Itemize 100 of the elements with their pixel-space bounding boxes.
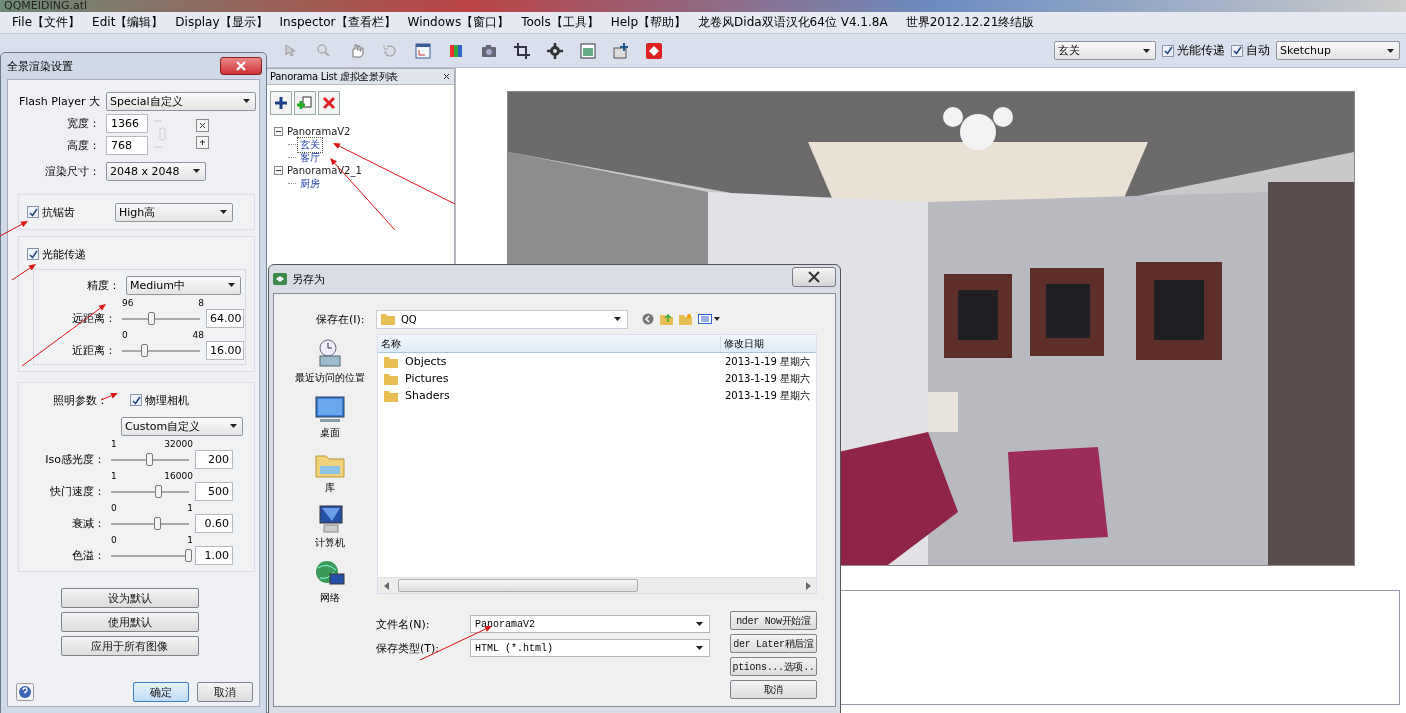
- scene-dropdown[interactable]: 玄关: [1054, 41, 1156, 60]
- value-field[interactable]: 0.60: [195, 514, 233, 533]
- slider-thumb[interactable]: [141, 343, 149, 357]
- close-button[interactable]: [792, 267, 836, 287]
- folder-icon: [381, 313, 395, 325]
- window-icon[interactable]: [414, 41, 432, 60]
- tree-item[interactable]: 厨房: [298, 176, 322, 191]
- place-item[interactable]: 计算机: [313, 503, 346, 550]
- dialog-button[interactable]: 取消: [730, 680, 817, 699]
- gear-icon[interactable]: [546, 41, 564, 60]
- range-min: 96: [122, 298, 134, 309]
- height-field[interactable]: 768: [106, 135, 148, 155]
- slider-thumb[interactable]: [155, 484, 163, 498]
- output-dropdown[interactable]: Special自定义: [106, 91, 256, 111]
- close-button[interactable]: [220, 57, 262, 75]
- slider-thumb[interactable]: [146, 452, 153, 466]
- menu-item[interactable]: Edit【编辑】: [86, 14, 170, 31]
- collapse-icon[interactable]: [274, 127, 283, 136]
- scroll-left-icon[interactable]: [384, 581, 390, 590]
- width-field[interactable]: 1366: [106, 113, 148, 133]
- checkbox[interactable]: [1162, 44, 1174, 57]
- slider-label: 近距离：: [71, 343, 116, 358]
- collapse-icon[interactable]: [274, 166, 283, 175]
- checkbox[interactable]: [27, 206, 39, 218]
- value-field[interactable]: 200: [195, 450, 233, 469]
- precision-dropdown[interactable]: Medium中: [126, 275, 241, 295]
- ok-button[interactable]: 确定: [133, 682, 189, 702]
- file-row[interactable]: Objects 2013-1-19 星期六: [378, 353, 816, 370]
- menu-item[interactable]: Inspector【查看栏】: [273, 14, 402, 31]
- menu-item[interactable]: Tools【工具】: [515, 14, 605, 31]
- window-title: QQMEIDING.atl: [4, 0, 88, 12]
- scroll-right-icon[interactable]: [806, 581, 812, 590]
- action-button[interactable]: 使用默认: [60, 612, 199, 632]
- value-field[interactable]: 16.00: [206, 341, 244, 360]
- add-button[interactable]: [270, 91, 292, 115]
- export-icon[interactable]: [612, 41, 630, 60]
- cancel-button[interactable]: 取消: [197, 682, 253, 702]
- field-label: Flash Player 大: [17, 93, 100, 109]
- caret-icon: [230, 424, 237, 428]
- render-size-dropdown[interactable]: 2048 x 2048: [106, 161, 206, 181]
- slider-thumb[interactable]: [153, 516, 161, 530]
- action-button[interactable]: 设为默认: [60, 588, 199, 608]
- slider-thumb[interactable]: [147, 311, 155, 325]
- menu-item[interactable]: Windows【窗口】: [401, 14, 516, 31]
- column-header[interactable]: 名称: [378, 335, 721, 352]
- dialog-button[interactable]: nder Now开始渲: [730, 611, 817, 630]
- range-min: 1: [111, 471, 117, 482]
- checkbox[interactable]: [130, 394, 142, 406]
- caret-icon: [228, 283, 235, 287]
- range-max: 1: [187, 535, 193, 546]
- file-date: 2013-1-19 星期六: [724, 371, 810, 386]
- quality-dropdown[interactable]: High高: [115, 202, 233, 222]
- file-row[interactable]: Pictures 2013-1-19 星期六: [378, 370, 816, 387]
- location-dropdown[interactable]: QQ: [376, 309, 628, 329]
- tree-item[interactable]: 玄关: [298, 137, 322, 152]
- place-item[interactable]: 网络: [313, 558, 346, 605]
- file-type-dropdown[interactable]: HTML (*.html): [470, 639, 710, 657]
- app-icon: [273, 273, 287, 285]
- logo-icon[interactable]: [645, 41, 663, 60]
- checkbox[interactable]: [27, 248, 39, 260]
- range-min: 0: [111, 535, 117, 546]
- place-item[interactable]: 库: [313, 448, 346, 495]
- value-field[interactable]: 500: [195, 482, 233, 501]
- back-icon[interactable]: [642, 313, 654, 325]
- view-menu-icon[interactable]: [698, 314, 720, 324]
- menu-item[interactable]: Display【显示】: [169, 14, 274, 31]
- close-icon[interactable]: [443, 73, 450, 80]
- column-header[interactable]: 修改日期: [721, 335, 816, 352]
- horizontal-scrollbar[interactable]: [378, 577, 816, 593]
- value-field[interactable]: 1.00: [195, 546, 233, 565]
- dialog-button[interactable]: ptions...选项..: [730, 657, 817, 676]
- tree-item[interactable]: 客厅: [298, 150, 322, 165]
- place-item[interactable]: 桌面: [313, 393, 346, 440]
- up-folder-icon[interactable]: [660, 313, 673, 325]
- dialog-button[interactable]: der Later稍后渲: [730, 634, 817, 653]
- help-icon[interactable]: [16, 683, 34, 701]
- action-button[interactable]: 应用于所有图像: [60, 636, 199, 656]
- checkbox[interactable]: [1231, 44, 1243, 57]
- image-icon[interactable]: [579, 41, 597, 60]
- reset-button[interactable]: [196, 136, 209, 149]
- camera-mode-dropdown[interactable]: Custom自定义: [121, 416, 243, 436]
- tree-item[interactable]: PanoramaV2_1: [285, 165, 364, 176]
- tree-item[interactable]: PanoramaV2: [285, 126, 353, 137]
- crop-icon[interactable]: [513, 41, 531, 60]
- preset-dropdown[interactable]: Sketchup: [1276, 41, 1400, 60]
- checkbox-label: 抗锯齿: [42, 204, 75, 220]
- swap-button[interactable]: [196, 119, 209, 132]
- caret-icon: [1387, 48, 1394, 53]
- file-date: 2013-1-19 星期六: [724, 354, 810, 369]
- value-field[interactable]: 64.00: [206, 309, 244, 328]
- range-max: 32000: [164, 439, 193, 450]
- slider-thumb[interactable]: [185, 548, 192, 562]
- field-label: 渲染尺寸：: [44, 163, 100, 179]
- delete-button[interactable]: [318, 91, 340, 115]
- menu-item[interactable]: Help【帮助】: [604, 14, 693, 31]
- place-item[interactable]: 最近访问的位置: [294, 338, 365, 385]
- folder-icon: [384, 372, 398, 385]
- menu-item[interactable]: File【文件】: [6, 14, 87, 31]
- file-row[interactable]: Shaders 2013-1-19 星期六: [378, 387, 816, 404]
- file-name-field[interactable]: PanoramaV2: [470, 615, 710, 633]
